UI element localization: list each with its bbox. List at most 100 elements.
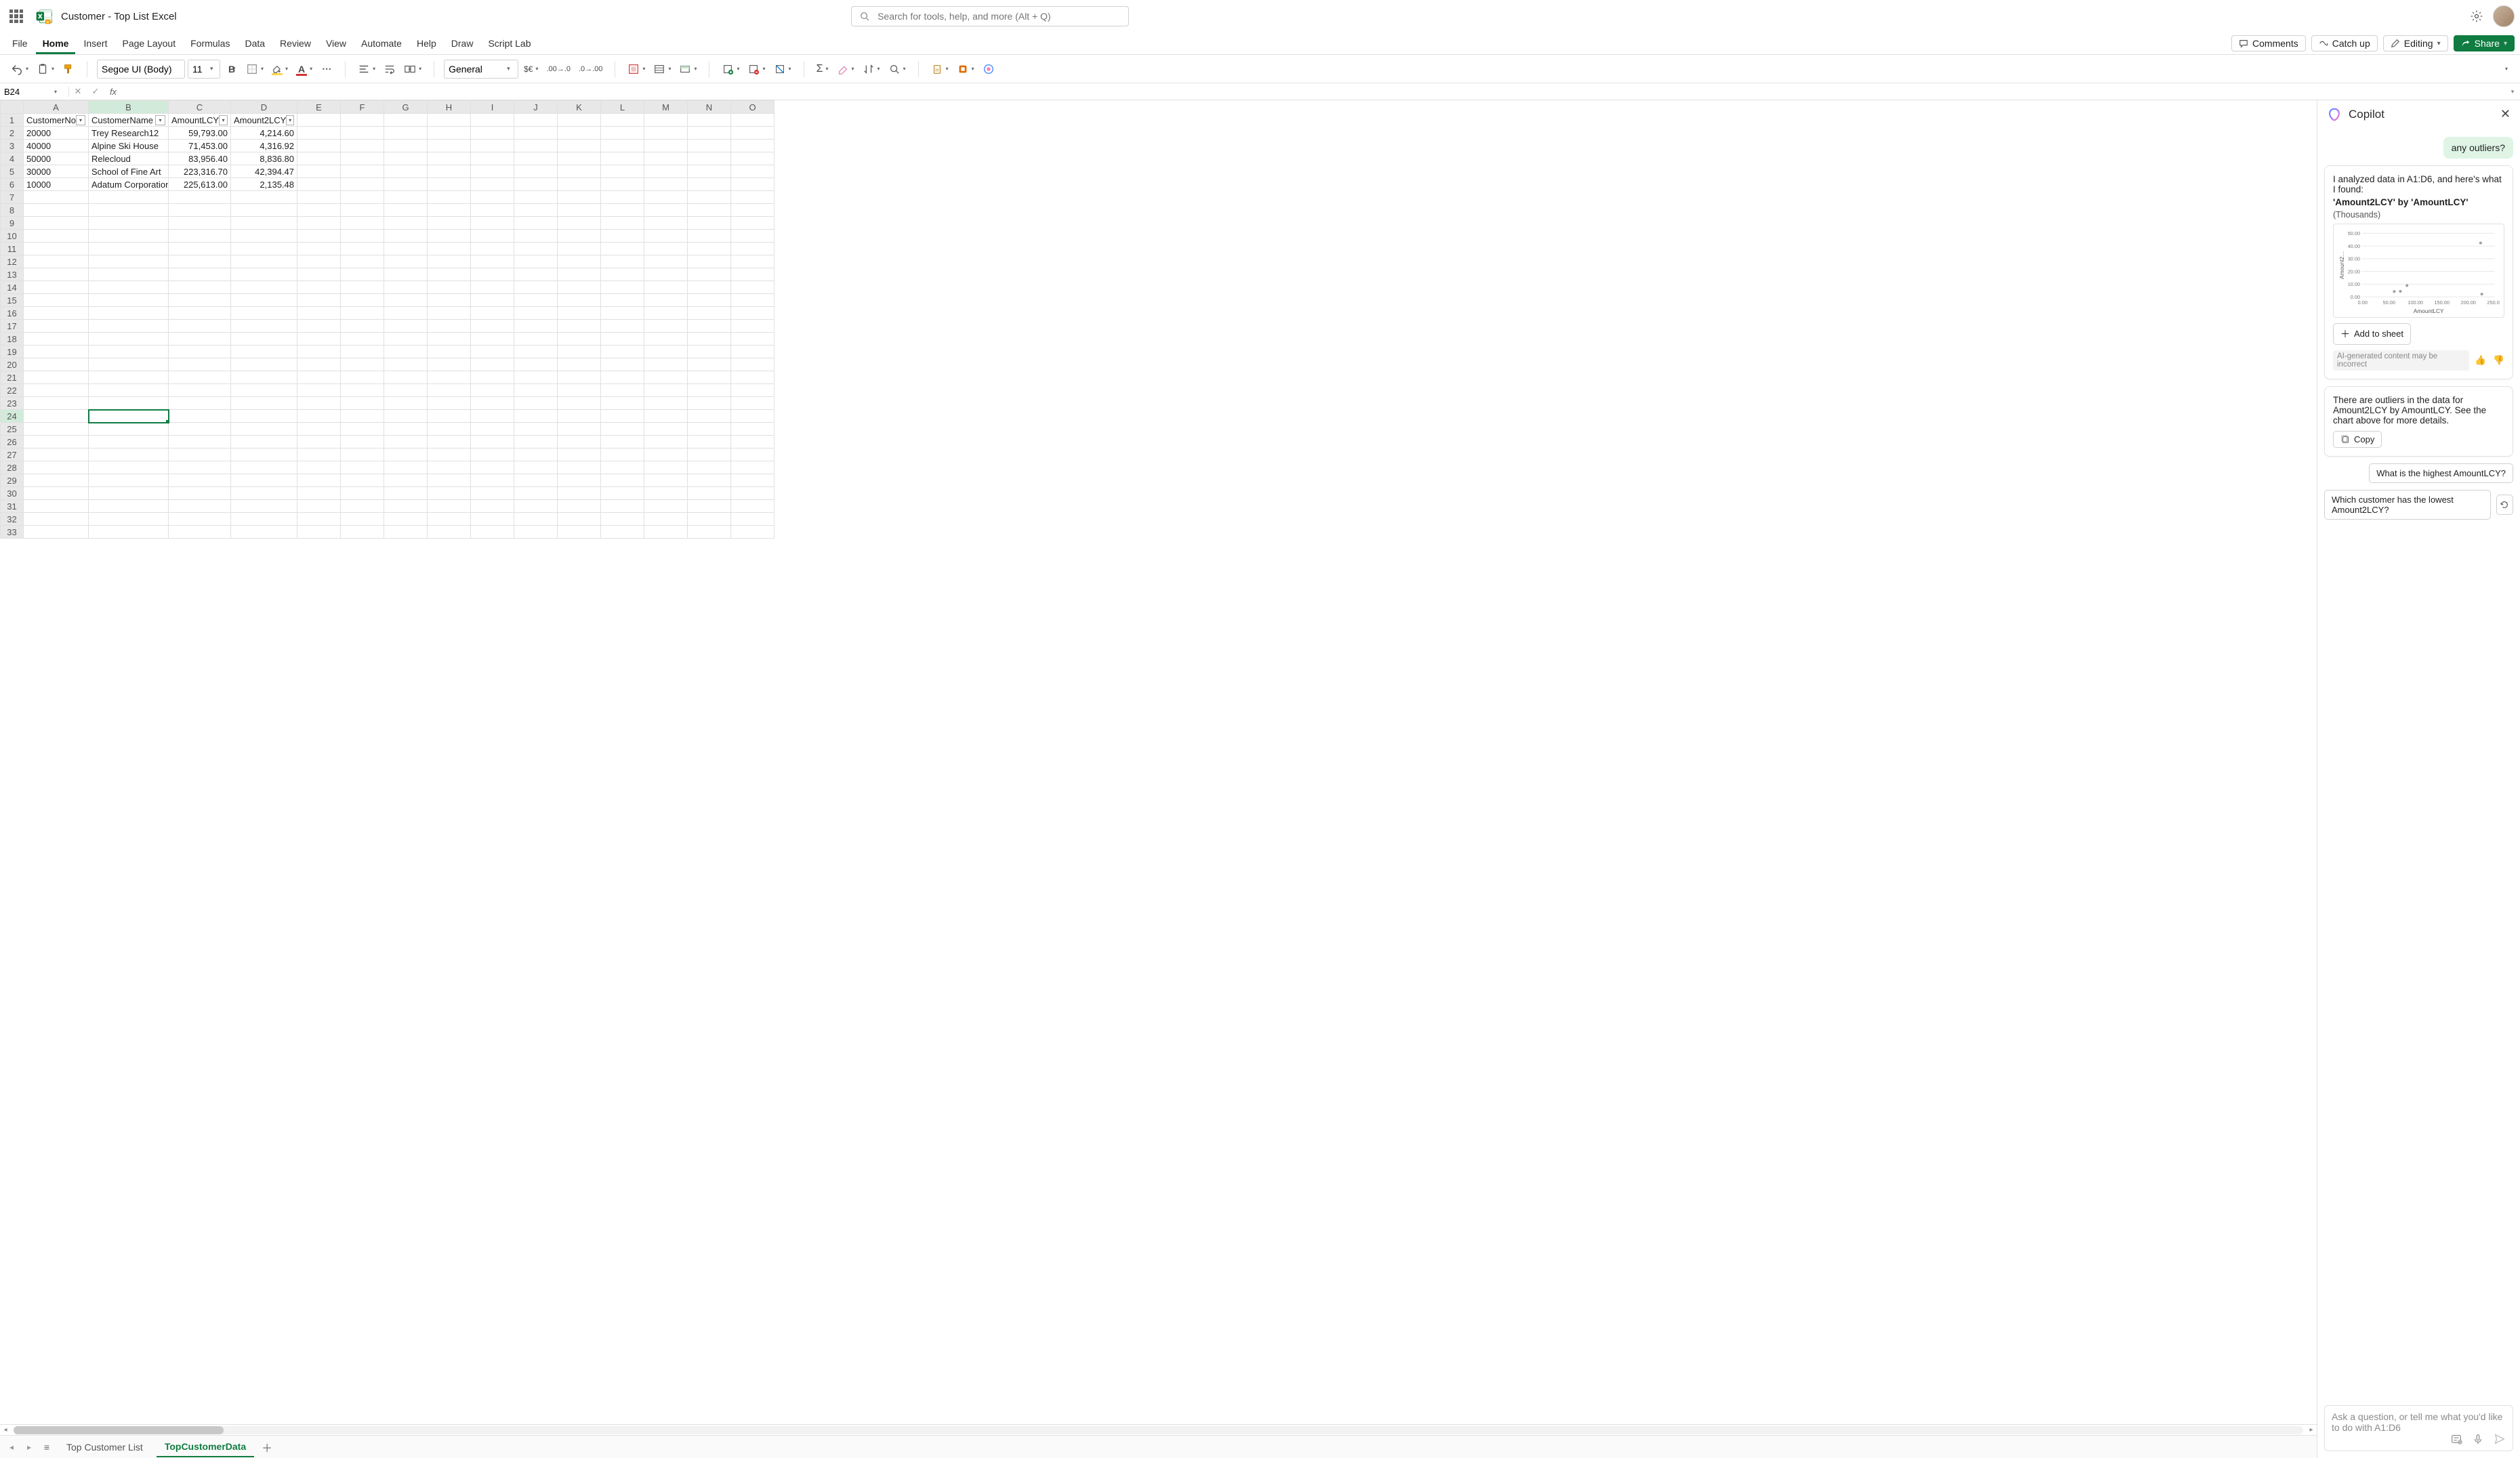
cell[interactable] bbox=[471, 423, 514, 436]
cell[interactable] bbox=[514, 243, 558, 255]
scroll-thumb[interactable] bbox=[14, 1426, 224, 1434]
thumbs-down-button[interactable]: 👎 bbox=[2493, 355, 2504, 366]
cell[interactable] bbox=[601, 243, 644, 255]
cell[interactable] bbox=[514, 140, 558, 152]
cell[interactable] bbox=[169, 346, 231, 358]
paste-button[interactable]: ▾ bbox=[34, 60, 57, 79]
cell[interactable] bbox=[688, 268, 731, 281]
cell[interactable] bbox=[231, 474, 297, 487]
cell[interactable] bbox=[24, 436, 89, 449]
cell[interactable] bbox=[341, 165, 384, 178]
cell[interactable] bbox=[384, 371, 428, 384]
cell[interactable] bbox=[731, 474, 774, 487]
cell[interactable] bbox=[169, 384, 231, 397]
cell[interactable] bbox=[341, 294, 384, 307]
cell[interactable] bbox=[731, 127, 774, 140]
cell[interactable] bbox=[384, 307, 428, 320]
tab-home[interactable]: Home bbox=[36, 34, 76, 54]
cell[interactable] bbox=[558, 307, 601, 320]
cell[interactable] bbox=[731, 333, 774, 346]
catch-up-button[interactable]: Catch up bbox=[2311, 35, 2378, 51]
cell[interactable] bbox=[601, 526, 644, 539]
cell[interactable] bbox=[644, 461, 688, 474]
cell[interactable] bbox=[558, 449, 601, 461]
cell[interactable] bbox=[341, 268, 384, 281]
row-header[interactable]: 1 bbox=[1, 114, 24, 127]
row-header[interactable]: 2 bbox=[1, 127, 24, 140]
cell[interactable] bbox=[24, 346, 89, 358]
cell[interactable] bbox=[558, 333, 601, 346]
cell[interactable] bbox=[231, 371, 297, 384]
cell[interactable] bbox=[558, 204, 601, 217]
cell[interactable] bbox=[297, 152, 341, 165]
cell[interactable] bbox=[341, 217, 384, 230]
cell[interactable] bbox=[601, 487, 644, 500]
cell[interactable] bbox=[297, 358, 341, 371]
tab-review[interactable]: Review bbox=[273, 34, 318, 54]
autosum-button[interactable]: Σ▾ bbox=[814, 60, 831, 79]
cell[interactable] bbox=[644, 371, 688, 384]
cell[interactable] bbox=[644, 307, 688, 320]
cell[interactable] bbox=[558, 436, 601, 449]
cell[interactable] bbox=[384, 474, 428, 487]
cell[interactable] bbox=[558, 268, 601, 281]
cell[interactable] bbox=[24, 204, 89, 217]
cell[interactable] bbox=[428, 165, 471, 178]
cell[interactable] bbox=[471, 474, 514, 487]
row-header[interactable]: 26 bbox=[1, 436, 24, 449]
tab-file[interactable]: File bbox=[5, 34, 35, 54]
cell[interactable] bbox=[297, 281, 341, 294]
cell-styles-button[interactable]: ▾ bbox=[676, 60, 699, 79]
cell[interactable] bbox=[601, 165, 644, 178]
sheet-nav-prev[interactable]: ◂ bbox=[5, 1442, 18, 1452]
cell[interactable] bbox=[731, 217, 774, 230]
cell[interactable] bbox=[601, 461, 644, 474]
cell[interactable] bbox=[644, 526, 688, 539]
cell[interactable] bbox=[514, 449, 558, 461]
cell[interactable] bbox=[89, 255, 169, 268]
cell[interactable] bbox=[731, 397, 774, 410]
ribbon-expand-button[interactable]: ▾ bbox=[2497, 60, 2515, 79]
row-header[interactable]: 15 bbox=[1, 294, 24, 307]
cell[interactable] bbox=[297, 461, 341, 474]
cell[interactable] bbox=[644, 320, 688, 333]
cell[interactable] bbox=[731, 346, 774, 358]
cell[interactable] bbox=[169, 191, 231, 204]
cell[interactable] bbox=[341, 371, 384, 384]
cell[interactable] bbox=[297, 449, 341, 461]
cell[interactable] bbox=[341, 281, 384, 294]
cell[interactable] bbox=[558, 255, 601, 268]
cell[interactable]: School of Fine Art bbox=[89, 165, 169, 178]
cell[interactable] bbox=[428, 513, 471, 526]
cell[interactable] bbox=[601, 140, 644, 152]
col-header-J[interactable]: J bbox=[514, 101, 558, 114]
cell[interactable] bbox=[24, 307, 89, 320]
cell[interactable] bbox=[471, 307, 514, 320]
cell[interactable] bbox=[231, 230, 297, 243]
cell[interactable] bbox=[24, 513, 89, 526]
font-color-button[interactable]: A▾ bbox=[293, 60, 315, 79]
cell[interactable] bbox=[24, 449, 89, 461]
cell[interactable] bbox=[731, 513, 774, 526]
cell[interactable] bbox=[514, 526, 558, 539]
row-header[interactable]: 32 bbox=[1, 513, 24, 526]
cell[interactable] bbox=[297, 436, 341, 449]
cell[interactable]: Alpine Ski House bbox=[89, 140, 169, 152]
cell[interactable] bbox=[471, 268, 514, 281]
cell[interactable] bbox=[24, 500, 89, 513]
select-all-corner[interactable] bbox=[1, 101, 24, 114]
cell[interactable] bbox=[428, 307, 471, 320]
cell[interactable] bbox=[384, 500, 428, 513]
cell[interactable] bbox=[601, 217, 644, 230]
cell[interactable] bbox=[89, 230, 169, 243]
cell[interactable] bbox=[558, 474, 601, 487]
mic-button[interactable] bbox=[2472, 1433, 2484, 1445]
cell[interactable] bbox=[731, 152, 774, 165]
cell[interactable] bbox=[514, 423, 558, 436]
cell[interactable] bbox=[558, 320, 601, 333]
cell[interactable] bbox=[384, 461, 428, 474]
cell[interactable] bbox=[601, 320, 644, 333]
cell[interactable] bbox=[428, 255, 471, 268]
cell[interactable] bbox=[558, 526, 601, 539]
addins-button[interactable]: ▾ bbox=[954, 60, 977, 79]
